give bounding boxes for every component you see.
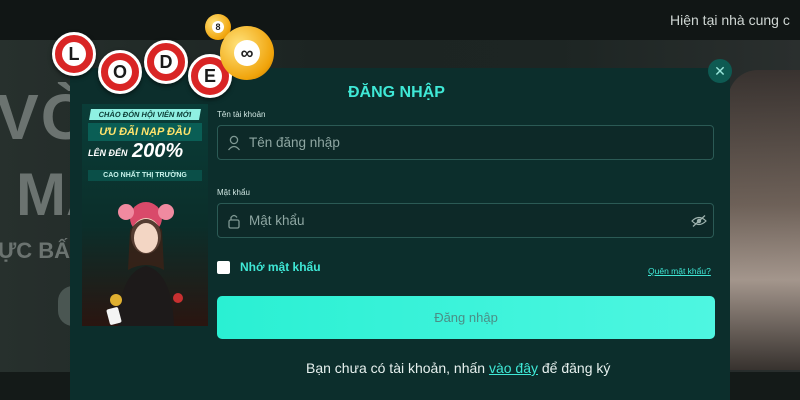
promo-offer-text: ƯU ĐÃI NẠP ĐẦU bbox=[88, 123, 202, 141]
background-model-image bbox=[728, 70, 800, 370]
username-input[interactable] bbox=[243, 134, 713, 151]
logo-letter: L bbox=[62, 42, 86, 66]
password-label: Mật khẩu bbox=[217, 188, 250, 197]
user-icon bbox=[225, 134, 243, 152]
promo-model-image bbox=[106, 202, 183, 326]
logo-letter: O bbox=[108, 60, 132, 84]
close-icon: ✕ bbox=[714, 62, 726, 79]
site-logo[interactable]: L O D E 8 ∞ bbox=[48, 10, 278, 100]
username-field[interactable] bbox=[217, 125, 714, 160]
password-input[interactable] bbox=[243, 212, 713, 229]
promo-percent-text: 200% bbox=[132, 140, 184, 162]
password-field[interactable] bbox=[217, 203, 714, 238]
close-button[interactable]: ✕ bbox=[708, 59, 732, 83]
logo-letter: D bbox=[154, 50, 178, 74]
logo-ball: O bbox=[98, 50, 142, 94]
lock-icon bbox=[225, 212, 243, 230]
promo-banner: CHÀO ĐÓN HỘI VIÊN MỚI ƯU ĐÃI NẠP ĐẦU LÊN… bbox=[82, 104, 208, 326]
signup-suffix: để đăng ký bbox=[538, 360, 611, 376]
promo-upto-text: LÊN ĐẾN bbox=[88, 148, 128, 158]
login-button-label: Đăng nhập bbox=[434, 310, 498, 325]
logo-ball: D bbox=[144, 40, 188, 84]
promo-welcome-text: CHÀO ĐÓN HỘI VIÊN MỚI bbox=[89, 109, 201, 120]
logo-big-ball-symbol: ∞ bbox=[234, 40, 260, 66]
remember-checkbox[interactable] bbox=[217, 260, 230, 274]
modal-title: ĐĂNG NHẬP bbox=[348, 84, 445, 101]
eye-icon[interactable] bbox=[691, 214, 707, 228]
login-button[interactable]: Đăng nhập bbox=[217, 296, 715, 339]
logo-big-ball: ∞ bbox=[220, 26, 274, 80]
logo-letter: E bbox=[198, 64, 222, 88]
signup-prefix: Bạn chưa có tài khoản, nhấn bbox=[306, 360, 489, 376]
signup-link[interactable]: vào đây bbox=[489, 360, 538, 376]
remember-label: Nhớ mật khẩu bbox=[240, 260, 321, 274]
promo-market-text: CAO NHẤT THỊ TRƯỜNG bbox=[88, 170, 202, 181]
remember-password[interactable]: Nhớ mật khẩu bbox=[217, 260, 321, 274]
signup-prompt: Bạn chưa có tài khoản, nhấn vào đây để đ… bbox=[306, 360, 610, 376]
announcement-marquee: Hiện tại nhà cung c bbox=[670, 12, 790, 28]
logo-small-ball-number: 8 bbox=[212, 21, 224, 33]
logo-ball: L bbox=[52, 32, 96, 76]
forgot-password-link[interactable]: Quên mật khẩu? bbox=[648, 266, 711, 276]
username-label: Tên tài khoản bbox=[217, 110, 266, 119]
